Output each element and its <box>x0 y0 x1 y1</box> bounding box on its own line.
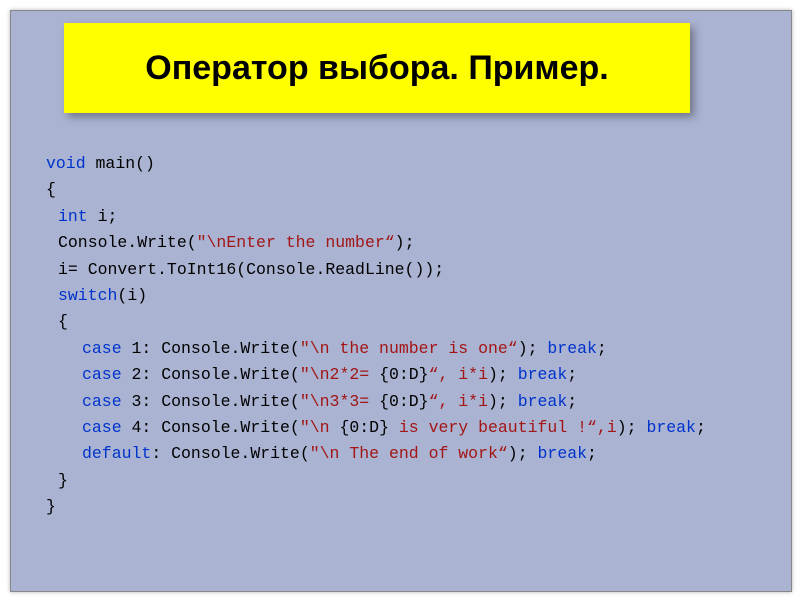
text: (i) <box>117 286 147 305</box>
keyword-void: void <box>46 154 86 173</box>
string: "\n <box>300 418 340 437</box>
code-line: case 1: Console.Write("\n the number is … <box>46 336 766 362</box>
code-line: Console.Write("\nEnter the number“); <box>46 230 766 256</box>
text: main() <box>86 154 155 173</box>
string: "\n the number is one“ <box>300 339 518 358</box>
text: 2: Console.Write( <box>122 365 300 384</box>
text: i; <box>88 207 118 226</box>
string: “, i*i <box>429 365 488 384</box>
brace: } <box>58 471 68 490</box>
string-body: \n The end of work“ <box>320 444 508 463</box>
brace: { <box>46 180 56 199</box>
text: ; <box>567 392 577 411</box>
slide: Оператор выбора. Пример. void main() { i… <box>10 10 792 592</box>
quote: " <box>300 392 310 411</box>
text: 1: Console.Write( <box>122 339 300 358</box>
quote: " <box>300 365 310 384</box>
code-line: case 2: Console.Write("\n2*2= {0:D}“, i*… <box>46 362 766 388</box>
string: "\n The end of work“ <box>310 444 508 463</box>
code-line: } <box>46 494 766 520</box>
title-box: Оператор выбора. Пример. <box>64 23 690 113</box>
text: {0:D} <box>379 365 429 384</box>
keyword-break: break <box>518 365 568 384</box>
keyword-switch: switch <box>58 286 117 305</box>
slide-title: Оператор выбора. Пример. <box>145 49 608 88</box>
keyword-case: case <box>82 365 122 384</box>
code-line: default: Console.Write("\n The end of wo… <box>46 441 766 467</box>
keyword-case: case <box>82 418 122 437</box>
string: “, i*i <box>429 392 488 411</box>
string-body: \nEnter the number“ <box>207 233 395 252</box>
string-body: \n <box>310 418 340 437</box>
code-line: int i; <box>46 204 766 230</box>
code-line: case 3: Console.Write("\n3*3= {0:D}“, i*… <box>46 389 766 415</box>
string-body: \n2*2= <box>310 365 379 384</box>
string: is very beautiful !“,i <box>389 418 617 437</box>
code-line: { <box>46 309 766 335</box>
code-line: case 4: Console.Write("\n {0:D} is very … <box>46 415 766 441</box>
text: 3: Console.Write( <box>122 392 300 411</box>
keyword-break: break <box>518 392 568 411</box>
keyword-default: default <box>82 444 151 463</box>
brace: } <box>46 497 56 516</box>
text: {0:D} <box>339 418 389 437</box>
quote: " <box>310 444 320 463</box>
keyword-case: case <box>82 339 122 358</box>
code-line: } <box>46 468 766 494</box>
code-line: void main() <box>46 151 766 177</box>
text: ); <box>395 233 415 252</box>
string: "\nEnter the number“ <box>197 233 395 252</box>
text: ; <box>587 444 597 463</box>
text: Console.Write( <box>58 233 197 252</box>
quote: " <box>300 339 310 358</box>
code-line: i= Convert.ToInt16(Console.ReadLine()); <box>46 257 766 283</box>
code-block: void main() { int i; Console.Write("\nEn… <box>46 151 766 520</box>
text: ); <box>488 365 518 384</box>
keyword-break: break <box>646 418 696 437</box>
quote: " <box>300 418 310 437</box>
text: ); <box>617 418 647 437</box>
string-body: \n3*3= <box>310 392 379 411</box>
quote: " <box>197 233 207 252</box>
text: ; <box>696 418 706 437</box>
code-line: switch(i) <box>46 283 766 309</box>
brace: { <box>58 312 68 331</box>
text: i= Convert.ToInt16(Console.ReadLine()); <box>58 260 444 279</box>
text: : Console.Write( <box>151 444 309 463</box>
string: "\n3*3= <box>300 392 379 411</box>
text: {0:D} <box>379 392 429 411</box>
keyword-break: break <box>538 444 588 463</box>
keyword-break: break <box>547 339 597 358</box>
text: 4: Console.Write( <box>122 418 300 437</box>
keyword-int: int <box>58 207 88 226</box>
string-body: \n the number is one“ <box>310 339 518 358</box>
text: ); <box>488 392 518 411</box>
text: ; <box>597 339 607 358</box>
text: ); <box>518 339 548 358</box>
code-line: { <box>46 177 766 203</box>
keyword-case: case <box>82 392 122 411</box>
string: "\n2*2= <box>300 365 379 384</box>
text: ; <box>567 365 577 384</box>
text: ); <box>508 444 538 463</box>
